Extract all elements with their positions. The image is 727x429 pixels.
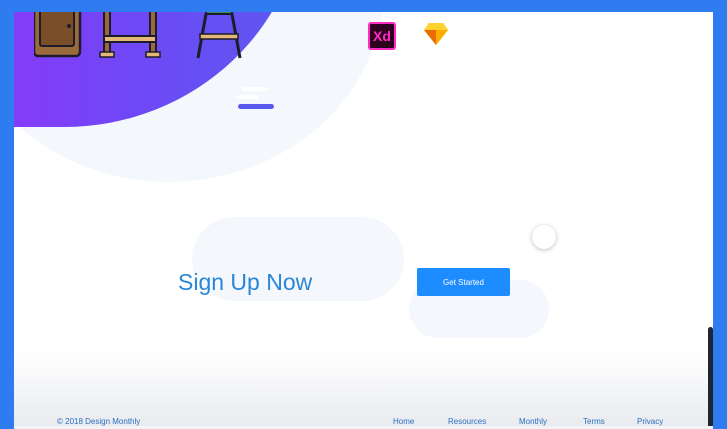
footer-link-resources[interactable]: Resources	[448, 417, 486, 426]
speed-lines-decoration	[236, 87, 274, 109]
signup-heading: Sign Up Now	[178, 269, 313, 295]
cabinet-illustration	[34, 12, 82, 58]
page-viewport: Xd Sign Up Now Get Started © 2018 Design…	[14, 12, 713, 429]
footer-link-home[interactable]: Home	[393, 417, 414, 426]
chair-illustration	[196, 12, 242, 59]
adobe-xd-icon: Xd	[368, 22, 396, 50]
footer-link-terms[interactable]: Terms	[583, 417, 605, 426]
footer-copyright: © 2018 Design Monthly	[57, 417, 141, 426]
footer-link-privacy[interactable]: Privacy	[637, 417, 663, 426]
xd-icon-label: Xd	[373, 28, 391, 44]
sketch-diamond-icon	[424, 23, 448, 45]
footer-link-monthly[interactable]: Monthly	[519, 417, 547, 426]
vertical-scrollbar[interactable]	[708, 327, 713, 429]
furniture-illustration	[34, 12, 242, 59]
floating-circle-button[interactable]	[532, 225, 556, 249]
get-started-button[interactable]: Get Started	[417, 268, 510, 296]
wooden-rack-illustration	[99, 12, 161, 58]
